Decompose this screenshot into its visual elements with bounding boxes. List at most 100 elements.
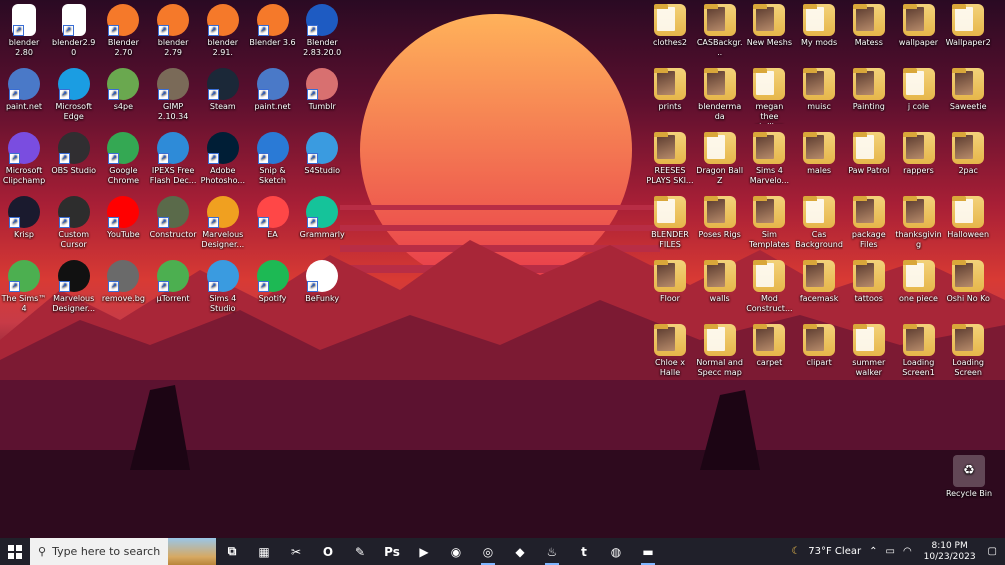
- desktop-icon[interactable]: ↗ Snip & Sketch: [249, 132, 297, 186]
- folder-item[interactable]: blendermada: [696, 68, 744, 122]
- desktop[interactable]: ↗ blender 2.80 ↗ blender2.90 ↗ Blender 2.70 ↗ b…: [0, 0, 1005, 538]
- folder-item[interactable]: megan thee stallion: [745, 68, 793, 124]
- task-view-icon[interactable]: ⧉: [216, 538, 248, 565]
- desktop-icon[interactable]: ↗ BeFunky: [298, 260, 346, 304]
- wifi-icon[interactable]: ◠: [899, 546, 916, 557]
- desktop-icon[interactable]: ↗ paint.net: [0, 68, 48, 112]
- folder-item[interactable]: Halloween: [944, 196, 992, 240]
- folder-item[interactable]: 2pac: [944, 132, 992, 176]
- desktop-icon[interactable]: ↗ Krisp: [0, 196, 48, 240]
- folder-item[interactable]: walls: [696, 260, 744, 304]
- desktop-icon[interactable]: ↗ The Sims™ 4: [0, 260, 48, 314]
- tumblr-app-icon[interactable]: t: [568, 538, 600, 565]
- folder-item[interactable]: Oshi No Ko: [944, 260, 992, 304]
- file-explorer-icon[interactable]: ▬: [632, 538, 664, 565]
- desktop-icon[interactable]: ↗ blender2.90: [50, 4, 98, 58]
- desktop-icon[interactable]: ↗ S4Studio: [298, 132, 346, 176]
- folder-item[interactable]: Wallpaper2: [944, 4, 992, 48]
- befunky-app-icon[interactable]: ◍: [600, 538, 632, 565]
- youtube-app-icon[interactable]: ▶: [408, 538, 440, 565]
- folder-item[interactable]: tattoos: [845, 260, 893, 304]
- folder-item[interactable]: Poses Rigs: [696, 196, 744, 240]
- desktop-icon[interactable]: ↗ Blender 2.70: [99, 4, 147, 58]
- folder-item[interactable]: Normal and Specc map: [696, 324, 744, 378]
- desktop-icon[interactable]: ↗ Adobe Photosho...: [199, 132, 247, 186]
- folder-item[interactable]: My mods: [795, 4, 843, 48]
- notifications-icon[interactable]: ▢: [984, 546, 1005, 557]
- folder-item[interactable]: Painting: [845, 68, 893, 112]
- clock[interactable]: 8:10 PM 10/23/2023: [916, 541, 984, 563]
- desktop-icon[interactable]: ↗ YouTube: [99, 196, 147, 240]
- folder-item[interactable]: carpet: [745, 324, 793, 368]
- folder-item[interactable]: males: [795, 132, 843, 176]
- folder-item[interactable]: one piece: [895, 260, 943, 304]
- desktop-icon[interactable]: ↗ Grammarly: [298, 196, 346, 240]
- desktop-icon[interactable]: ↗ Google Chrome: [99, 132, 147, 186]
- battery-icon[interactable]: ▭: [881, 546, 898, 557]
- desktop-icon[interactable]: ↗ Marvelous Designer...: [199, 196, 247, 250]
- folder-item[interactable]: clothes2: [646, 4, 694, 48]
- snip-app-icon[interactable]: ✂: [280, 538, 312, 565]
- folder-item[interactable]: j cole: [895, 68, 943, 112]
- desktop-icon[interactable]: ↗ OBS Studio: [50, 132, 98, 176]
- folder-item[interactable]: Matess: [845, 4, 893, 48]
- steam-app-icon[interactable]: ♨: [536, 538, 568, 565]
- folder-item[interactable]: Paw Patrol: [845, 132, 893, 176]
- desktop-icon[interactable]: ↗ Steam: [199, 68, 247, 112]
- folder-item[interactable]: wallpaper: [895, 4, 943, 48]
- folder-item[interactable]: package Files: [845, 196, 893, 250]
- desktop-icon[interactable]: ↗ remove.bg: [99, 260, 147, 304]
- outlook-icon[interactable]: O: [312, 538, 344, 565]
- desktop-icon[interactable]: ↗ Custom Cursor: [50, 196, 98, 250]
- desktop-icon[interactable]: ↗ Spotify: [249, 260, 297, 304]
- folder-item[interactable]: CASBackgr...: [696, 4, 744, 58]
- photoshop-app-icon[interactable]: Ps: [376, 538, 408, 565]
- folder-item[interactable]: muisc: [795, 68, 843, 112]
- taskbar-search-box[interactable]: ⚲ Type here to search: [30, 538, 216, 565]
- folder-item[interactable]: summer walker: [845, 324, 893, 378]
- start-button[interactable]: [0, 538, 30, 565]
- folder-item[interactable]: Chloe x Halle: [646, 324, 694, 378]
- desktop-icon[interactable]: ↗ Blender 3.6: [249, 4, 297, 48]
- folder-item[interactable]: Saweetie: [944, 68, 992, 112]
- desktop-icon[interactable]: ↗ blender 2.79: [149, 4, 197, 58]
- folder-item[interactable]: facemask: [795, 260, 843, 304]
- desktop-icon[interactable]: ↗ Tumblr: [298, 68, 346, 112]
- folder-item[interactable]: Sim Templates: [745, 196, 793, 250]
- folder-item[interactable]: Loading Screen: [944, 324, 992, 378]
- desktop-icon[interactable]: ↗ blender 2.91.: [199, 4, 247, 58]
- folder-item[interactable]: REESES PLAYS SKI...: [646, 132, 694, 186]
- desktop-icon[interactable]: ↗ Sims 4 Studio: [199, 260, 247, 314]
- folder-item[interactable]: rappers: [895, 132, 943, 176]
- desktop-icon[interactable]: ↗ Blender 2.83.20.0: [298, 4, 346, 58]
- recycle-bin[interactable]: ♻ Recycle Bin: [945, 455, 993, 499]
- desktop-icon[interactable]: ↗ s4pe: [99, 68, 147, 112]
- folder-item[interactable]: New Meshs: [745, 4, 793, 48]
- folder-item[interactable]: BLENDER FILES: [646, 196, 694, 250]
- desktop-icon[interactable]: ↗ EA: [249, 196, 297, 240]
- desktop-icon[interactable]: ↗ paint.net: [249, 68, 297, 112]
- folder-item[interactable]: Dragon Ball Z: [696, 132, 744, 186]
- folder-item[interactable]: prints: [646, 68, 694, 112]
- weather-moon-icon[interactable]: ☾: [787, 546, 804, 557]
- folder-item[interactable]: clipart: [795, 324, 843, 368]
- desktop-icon[interactable]: ↗ GIMP 2.10.34: [149, 68, 197, 122]
- desktop-icon[interactable]: ↗ IPEXS Free Flash Dec...: [149, 132, 197, 186]
- folder-item[interactable]: Loading Screen1: [895, 324, 943, 378]
- desktop-icon[interactable]: ↗ blender 2.80: [0, 4, 48, 58]
- desktop-icon[interactable]: ↗ Microsoft Clipchamp: [0, 132, 48, 186]
- weather-text[interactable]: 73°F Clear: [804, 546, 865, 557]
- desktop-icon[interactable]: ↗ µTorrent: [149, 260, 197, 304]
- show-hidden-icons-chevron-icon[interactable]: ⌃: [865, 546, 881, 557]
- desktop-icon[interactable]: ↗ Marvelous Designer...: [50, 260, 98, 314]
- snip-sketch-icon[interactable]: ✎: [344, 538, 376, 565]
- folder-item[interactable]: thanksgiving: [895, 196, 943, 250]
- desktop-icon[interactable]: ↗ Constructor: [149, 196, 197, 240]
- store-icon[interactable]: ▦: [248, 538, 280, 565]
- layers-app-icon[interactable]: ◆: [504, 538, 536, 565]
- blender-app-icon[interactable]: ◉: [440, 538, 472, 565]
- folder-item[interactable]: Floor: [646, 260, 694, 304]
- desktop-icon[interactable]: ↗ Microsoft Edge: [50, 68, 98, 122]
- folder-item[interactable]: Sims 4 Marvelo...: [745, 132, 793, 186]
- chrome-app-icon[interactable]: ◎: [472, 538, 504, 565]
